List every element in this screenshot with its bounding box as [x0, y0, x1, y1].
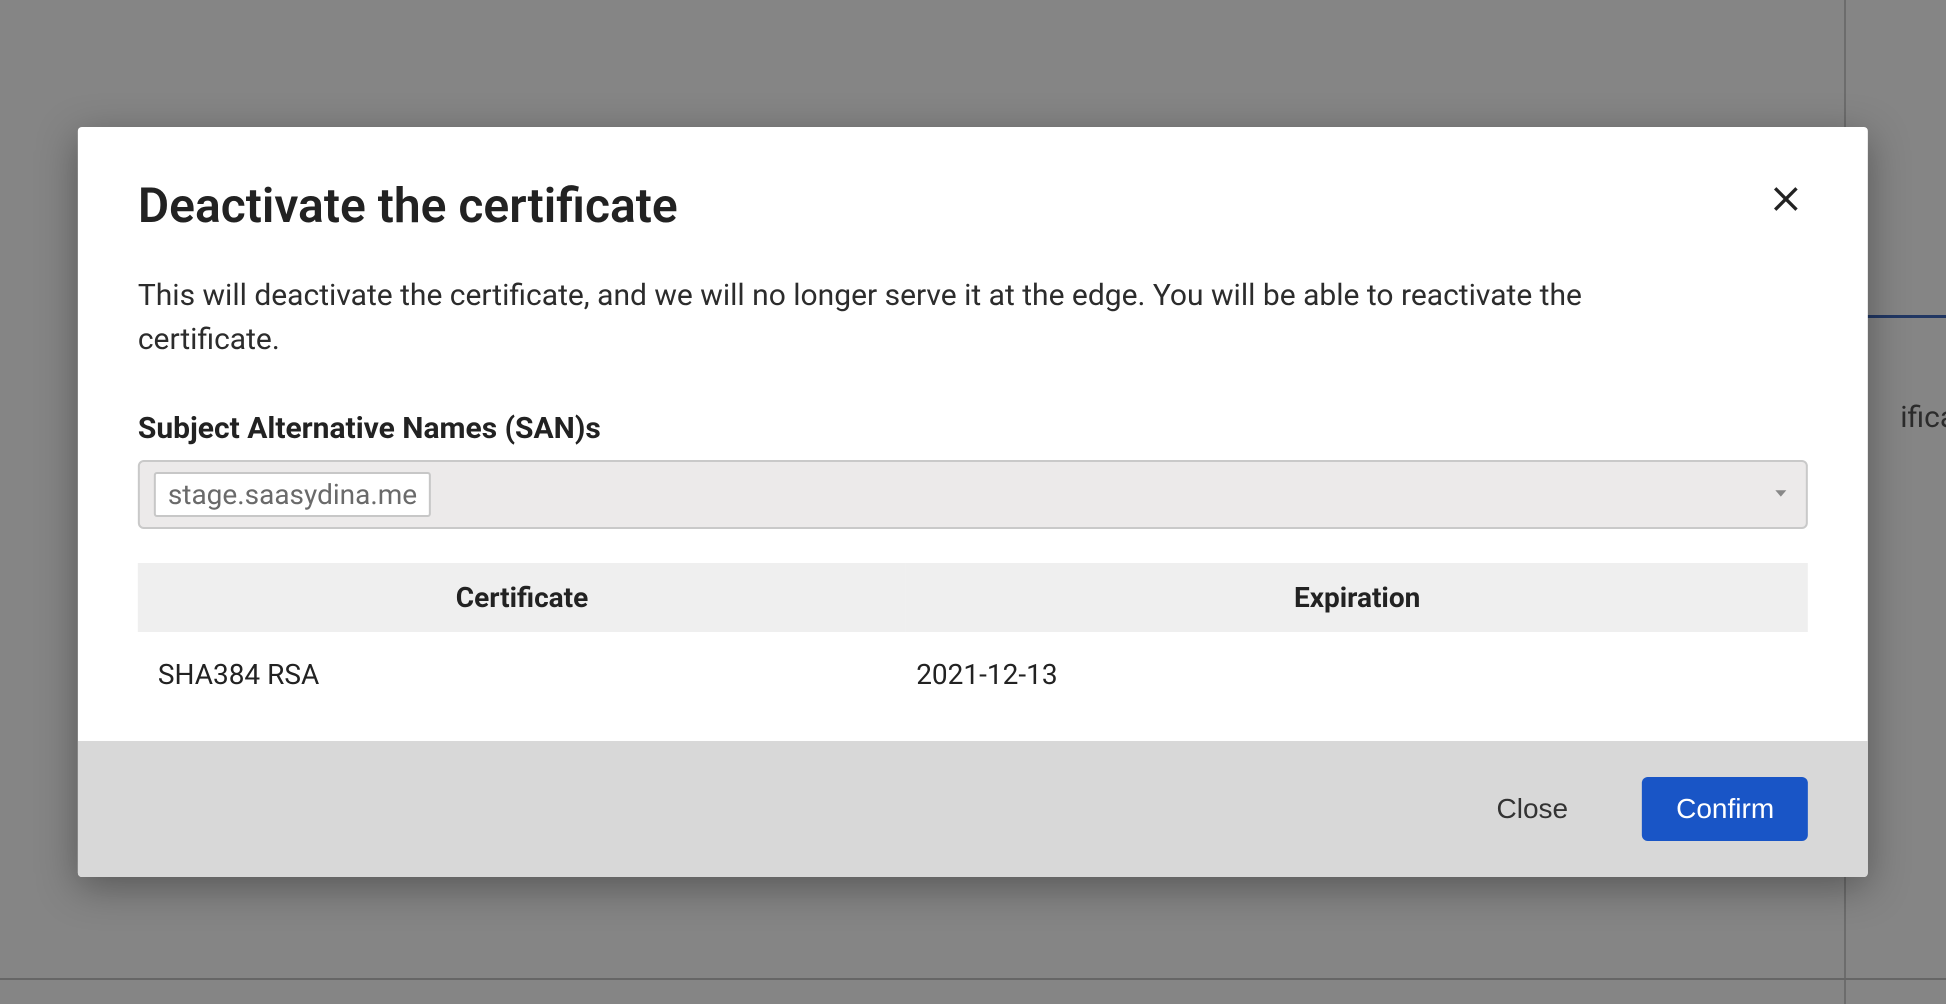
- deactivate-certificate-modal: Deactivate the certificate This will dea…: [78, 127, 1868, 877]
- confirm-button[interactable]: Confirm: [1642, 777, 1808, 841]
- table-row: SHA384 RSA 2021-12-13: [138, 632, 1808, 701]
- san-label: Subject Alternative Names (SAN)s: [138, 411, 1808, 446]
- san-select[interactable]: stage.saasydina.me: [138, 460, 1808, 529]
- cell-certificate: SHA384 RSA: [138, 632, 906, 701]
- chevron-down-icon: [1770, 482, 1792, 508]
- modal-description: This will deactivate the certificate, an…: [138, 274, 1638, 361]
- col-certificate: Certificate: [138, 563, 906, 632]
- table-header-row: Certificate Expiration: [138, 563, 1808, 632]
- close-icon: [1770, 203, 1802, 218]
- modal-footer: Close Confirm: [78, 741, 1868, 877]
- san-chip: stage.saasydina.me: [154, 472, 431, 517]
- col-expiration: Expiration: [906, 563, 1808, 632]
- modal-title: Deactivate the certificate: [138, 177, 678, 234]
- cell-expiration: 2021-12-13: [906, 632, 1808, 701]
- certificate-table: Certificate Expiration SHA384 RSA 2021-1…: [138, 563, 1808, 701]
- close-button[interactable]: Close: [1463, 777, 1603, 841]
- close-icon-button[interactable]: [1764, 177, 1808, 221]
